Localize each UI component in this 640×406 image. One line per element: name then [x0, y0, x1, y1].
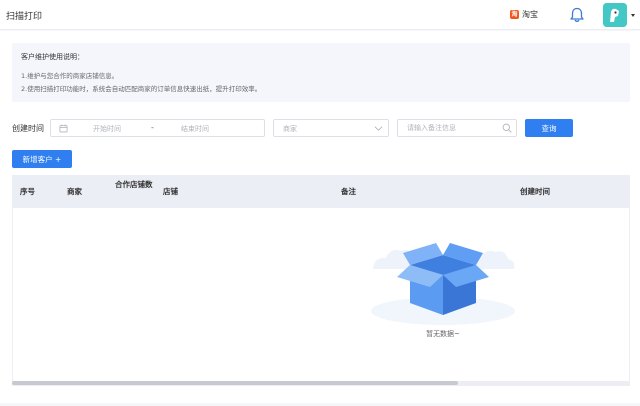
start-date-input[interactable]: 开始时间	[93, 124, 121, 134]
merchant-select-placeholder: 商家	[283, 125, 297, 133]
notice-title: 客户维护使用说明：	[21, 53, 84, 61]
end-date-input[interactable]: 结束时间	[181, 124, 209, 134]
query-button[interactable]: 查询	[525, 119, 573, 137]
created-time-label: 创建时间	[12, 124, 44, 133]
usage-notice: 客户维护使用说明： 1.维护与您合作的商家店铺信息。 2.使用扫描打印功能时，系…	[12, 43, 630, 102]
remark-search-input[interactable]	[397, 119, 517, 137]
empty-state-text: 暂无数据~	[426, 330, 460, 338]
column-header-coop-shop-count: 合作店铺数	[115, 180, 153, 189]
table-header: 序号 商家 合作店铺数 店铺 备注 创建时间	[13, 175, 630, 208]
avatar[interactable]	[603, 3, 627, 27]
date-range-picker[interactable]: 开始时间 - 结束时间	[50, 119, 265, 137]
date-separator: -	[151, 123, 154, 132]
customer-table: 序号 商家 合作店铺数 店铺 备注 创建时间 暂无数据~	[12, 175, 630, 386]
avatar-dropdown-caret-icon[interactable]	[631, 14, 635, 17]
bell-icon[interactable]	[568, 6, 586, 24]
merchant-select[interactable]: 商家	[273, 119, 389, 137]
platform-switch-taobao[interactable]: 淘 淘宝	[510, 9, 538, 20]
platform-label: 淘宝	[522, 10, 538, 19]
horizontal-scrollbar[interactable]	[12, 381, 630, 385]
empty-box-icon	[371, 243, 515, 325]
notice-line-2: 2.使用扫描打印功能时，系统会自动匹配商家的订单信息快速出纸，提升打印效率。	[21, 85, 262, 93]
column-header-created-time: 创建时间	[520, 187, 550, 196]
notice-line-1: 1.维护与您合作的商家店铺信息。	[21, 72, 119, 80]
add-customer-button[interactable]: 新增客户 +	[12, 150, 72, 168]
column-header-remark: 备注	[341, 187, 356, 196]
taobao-logo-icon: 淘	[510, 10, 519, 19]
column-header-merchant: 商家	[67, 187, 82, 196]
calendar-icon	[59, 124, 68, 133]
app-title: 扫描打印	[6, 12, 43, 22]
chevron-down-icon	[374, 126, 383, 131]
main-content: 客户维护使用说明： 1.维护与您合作的商家店铺信息。 2.使用扫描打印功能时，系…	[0, 31, 640, 403]
avatar-image-icon	[603, 3, 627, 27]
column-header-shop: 店铺	[163, 187, 178, 196]
search-icon[interactable]	[502, 123, 512, 133]
top-bar: 扫描打印 淘 淘宝	[0, 0, 640, 30]
scrollbar-thumb[interactable]	[12, 381, 458, 385]
column-header-seq: 序号	[20, 187, 35, 196]
